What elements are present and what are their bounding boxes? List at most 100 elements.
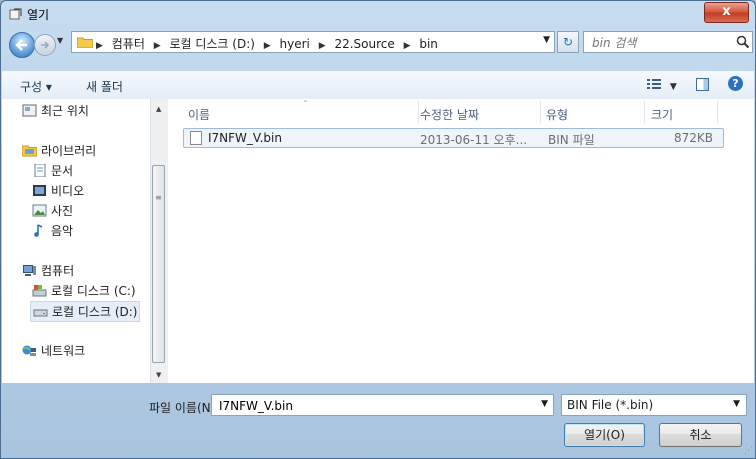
forward-arrow-icon xyxy=(41,41,50,49)
sidebar-item-documents[interactable]: 문서 xyxy=(32,162,73,179)
sidebar-item-label: 문서 xyxy=(51,164,74,178)
back-arrow-icon xyxy=(15,39,27,51)
column-divider[interactable] xyxy=(540,101,541,123)
column-header-name[interactable]: 이름 xyxy=(188,106,210,123)
view-list-icon xyxy=(647,79,661,89)
sidebar-item-label: 라이브러리 xyxy=(41,144,97,158)
sidebar-scrollbar[interactable]: ▲ ≡ ▼ xyxy=(150,99,168,383)
sidebar-item-label: 컴퓨터 xyxy=(41,264,75,278)
breadcrumb-item-local-disk-d[interactable]: 로컬 디스크 (D:) xyxy=(169,37,254,51)
computer-icon xyxy=(23,265,36,276)
sidebar-item-network[interactable]: 네트워크 xyxy=(22,342,85,359)
folder-icon xyxy=(77,37,93,48)
network-icon xyxy=(22,345,36,356)
column-divider[interactable] xyxy=(717,101,718,123)
sort-ascending-icon: ⌃ xyxy=(302,99,309,108)
refresh-icon: ↻ xyxy=(562,35,574,49)
open-file-dialog: 열기 x ▼ ▶ 컴퓨터 ▶ 로컬 디스크 (D:) ▶ hyeri ▶ 22.… xyxy=(0,0,756,459)
sidebar-item-music[interactable]: 음악 xyxy=(32,222,73,239)
sidebar-item-label: 비디오 xyxy=(51,184,85,198)
file-type: BIN 파일 xyxy=(548,133,595,147)
filetype-value: BIN File (*.bin) xyxy=(567,398,654,412)
sidebar-item-label: 음악 xyxy=(51,224,74,238)
column-header-type[interactable]: 유형 xyxy=(546,106,568,123)
sidebar-item-videos[interactable]: 비디오 xyxy=(32,182,84,199)
breadcrumb-item-bin[interactable]: bin xyxy=(419,37,438,51)
breadcrumb: ▶ 컴퓨터 ▶ 로컬 디스크 (D:) ▶ hyeri ▶ 22.Source … xyxy=(96,35,443,52)
breadcrumb-item-hyeri[interactable]: hyeri xyxy=(280,37,310,51)
breadcrumb-item-source[interactable]: 22.Source xyxy=(334,37,394,51)
help-button[interactable]: ? xyxy=(728,76,743,91)
drive-d-icon xyxy=(33,309,48,317)
sidebar-item-drive-c[interactable]: 로컬 디스크 (C:) xyxy=(32,282,136,299)
cancel-button[interactable]: 취소 xyxy=(659,423,742,447)
chevron-right-icon: ▶ xyxy=(96,41,103,51)
sidebar-item-label: 로컬 디스크 (C:) xyxy=(51,284,136,298)
column-header-size[interactable]: 크기 xyxy=(651,106,673,123)
file-size: 872KB xyxy=(673,131,713,145)
open-button[interactable]: 열기(O) xyxy=(564,423,645,447)
sidebar-item-drive-d[interactable]: 로컬 디스크 (D:) xyxy=(30,301,141,322)
scroll-grip-icon: ≡ xyxy=(155,193,162,202)
search-input[interactable] xyxy=(590,34,724,52)
libraries-icon xyxy=(22,145,37,157)
dialog-icon xyxy=(9,8,22,20)
main-content: 최근 위치 라이브러리 문서 비디오 사진 음악 컴퓨터 로컬 디스크 (C:) xyxy=(2,99,754,383)
change-view-button[interactable]: ▼ xyxy=(647,78,677,92)
window-title: 열기 xyxy=(27,8,50,22)
file-list: ⌃ 이름 수정한 날짜 유형 크기 I7NFW_V.bin 2013-06-11… xyxy=(168,99,754,383)
command-bar: 구성 ▾ 새 폴더 ▼ ? xyxy=(2,71,754,100)
file-icon xyxy=(190,131,202,145)
recent-places-icon xyxy=(22,104,37,117)
filename-input[interactable] xyxy=(217,397,531,415)
search-icon[interactable] xyxy=(736,35,750,49)
new-folder-button[interactable]: 새 폴더 xyxy=(86,78,123,95)
scroll-down-icon[interactable]: ▼ xyxy=(156,371,161,379)
search-box[interactable] xyxy=(583,31,753,53)
videos-icon xyxy=(33,185,46,196)
column-divider[interactable] xyxy=(418,101,419,123)
forward-button[interactable] xyxy=(34,34,56,56)
pictures-icon xyxy=(32,204,47,217)
column-divider[interactable] xyxy=(644,101,645,123)
title-bar: 열기 x xyxy=(1,1,755,27)
sidebar-item-recent-places[interactable]: 최근 위치 xyxy=(22,102,89,119)
music-icon xyxy=(34,224,43,237)
drive-c-icon xyxy=(32,285,47,297)
file-name: I7NFW_V.bin xyxy=(208,131,282,145)
chevron-down-icon[interactable]: ▼ xyxy=(541,399,548,409)
refresh-button[interactable]: ↻ xyxy=(557,31,579,53)
sidebar-item-label: 사진 xyxy=(51,204,74,218)
chevron-right-icon: ▶ xyxy=(403,41,411,51)
chevron-right-icon: ▶ xyxy=(153,41,161,51)
organize-menu[interactable]: 구성 ▾ xyxy=(20,78,52,95)
chevron-down-icon: ▼ xyxy=(669,82,677,92)
column-header-modified[interactable]: 수정한 날짜 xyxy=(420,106,479,123)
close-button[interactable]: x xyxy=(704,2,749,23)
sidebar-item-computer[interactable]: 컴퓨터 xyxy=(22,262,74,279)
preview-pane-button[interactable] xyxy=(696,78,709,91)
address-bar[interactable]: ▶ 컴퓨터 ▶ 로컬 디스크 (D:) ▶ hyeri ▶ 22.Source … xyxy=(71,31,555,53)
sidebar-item-label: 최근 위치 xyxy=(41,104,89,118)
file-modified: 2013-06-11 오후... xyxy=(420,133,528,147)
navigation-pane: 최근 위치 라이브러리 문서 비디오 사진 음악 컴퓨터 로컬 디스크 (C:) xyxy=(2,99,150,383)
breadcrumb-item-computer[interactable]: 컴퓨터 xyxy=(112,37,145,51)
address-dropdown-icon[interactable]: ▼ xyxy=(543,35,550,45)
history-dropdown-icon[interactable]: ▼ xyxy=(57,36,63,45)
chevron-right-icon: ▶ xyxy=(263,41,271,51)
sidebar-item-label: 네트워크 xyxy=(41,344,86,358)
scroll-up-icon[interactable]: ▲ xyxy=(156,105,161,113)
back-button[interactable] xyxy=(9,32,35,58)
sidebar-item-libraries[interactable]: 라이브러리 xyxy=(22,142,96,159)
sidebar-item-label: 로컬 디스크 (D:) xyxy=(52,305,138,319)
sidebar-item-pictures[interactable]: 사진 xyxy=(32,202,73,219)
chevron-right-icon: ▶ xyxy=(318,41,326,51)
filetype-select[interactable]: BIN File (*.bin) ▼ xyxy=(561,394,747,416)
chevron-down-icon: ▼ xyxy=(733,399,740,409)
filename-label: 파일 이름(N): xyxy=(149,401,220,415)
table-row[interactable]: I7NFW_V.bin 2013-06-11 오후... BIN 파일 872K… xyxy=(183,128,724,148)
documents-icon xyxy=(34,164,46,177)
navigation-bar: ▼ ▶ 컴퓨터 ▶ 로컬 디스크 (D:) ▶ hyeri ▶ 22.Sourc… xyxy=(1,27,755,59)
filename-field[interactable]: ▼ xyxy=(211,394,554,416)
resize-grip-icon[interactable]: ⋰ xyxy=(744,446,753,456)
